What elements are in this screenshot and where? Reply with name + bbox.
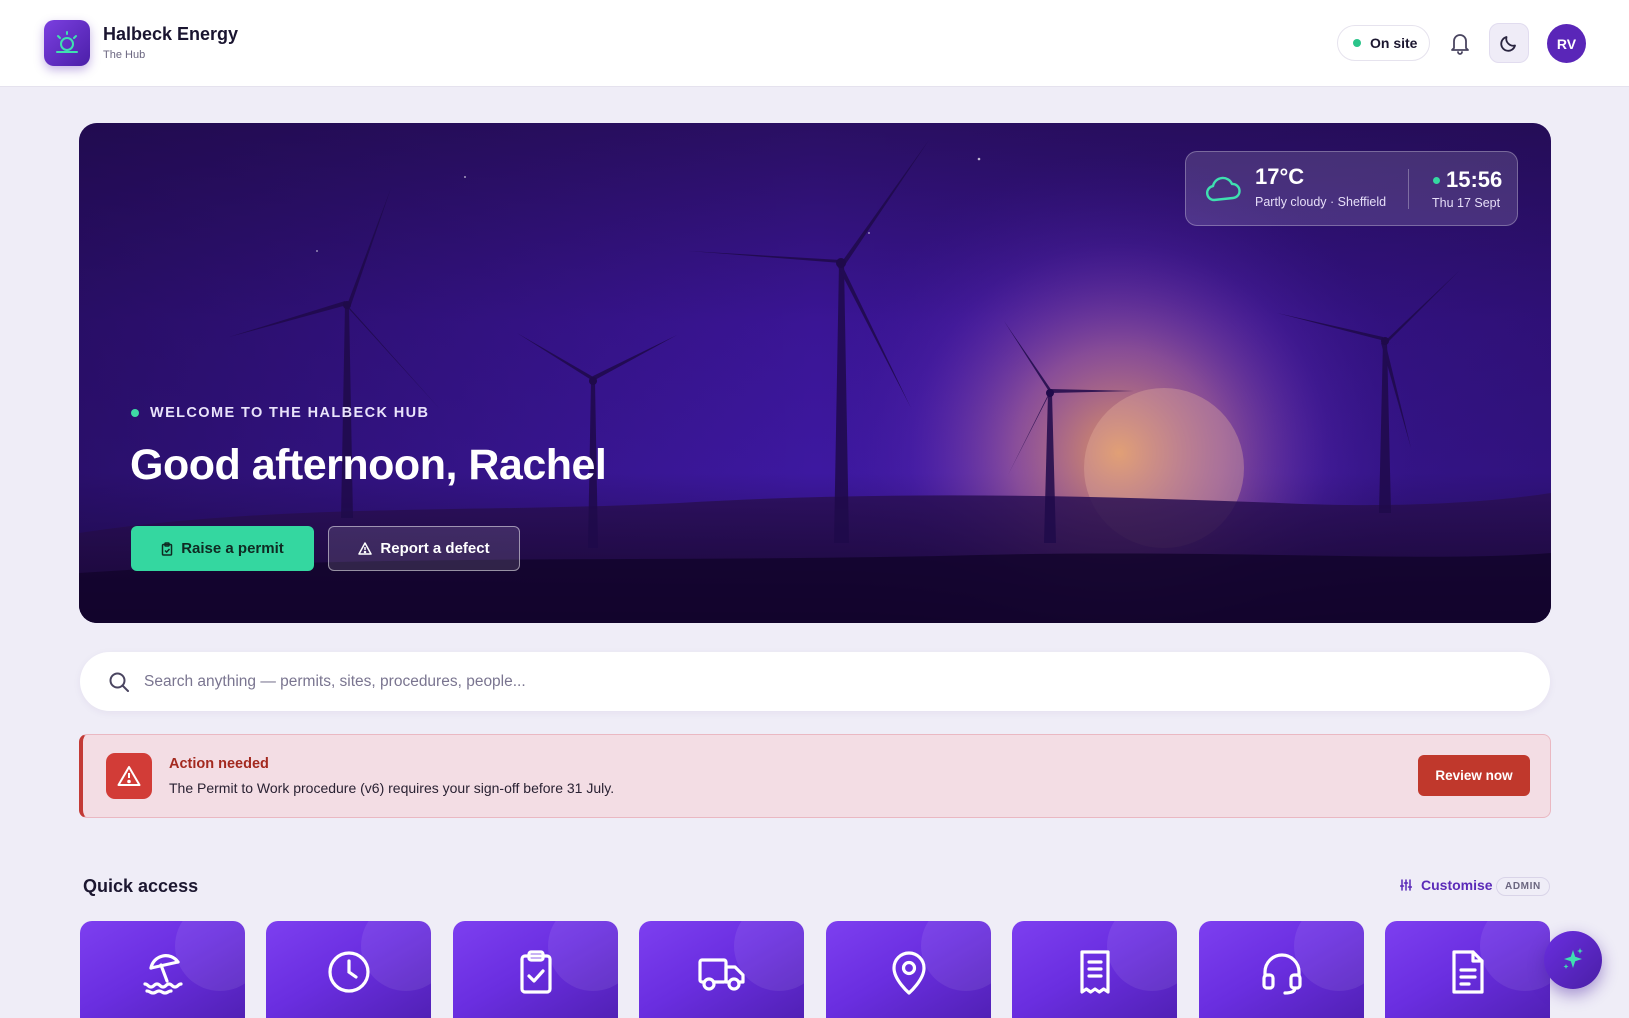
hero-banner: 17°C Partly cloudy · Sheffield 15:56 Thu… [79,123,1551,623]
logo[interactable] [44,20,90,66]
search-icon [108,671,130,693]
alert-icon [106,753,152,799]
action-alert: Action needed The Permit to Work procedu… [79,734,1551,818]
receipt-icon [1079,950,1110,994]
search-input[interactable] [144,672,1444,691]
alert-title: Action needed [169,756,269,772]
search-bar[interactable] [80,652,1550,711]
review-now-button[interactable]: Review now [1418,755,1530,796]
headset-icon [1261,953,1302,995]
moon-icon [1500,36,1516,52]
document-icon [1451,950,1484,994]
sparkles-icon [1563,948,1583,969]
status-label: On site [1370,35,1418,51]
quick-tile-documents[interactable] [1385,921,1550,1018]
brand-subtitle: The Hub [103,49,146,61]
ai-assistant-button[interactable] [1544,931,1602,989]
clock-icon [327,951,370,993]
truck-icon [697,958,745,991]
customise-label: Customise [1421,877,1493,893]
notifications-button[interactable] [1449,31,1471,55]
quick-tile-checklists[interactable] [453,921,618,1018]
raise-permit-label: Raise a permit [181,540,284,557]
bell-icon [1451,34,1469,55]
weather-divider [1408,169,1409,209]
status-pill[interactable]: On site [1337,25,1430,61]
quick-tile-expenses[interactable] [1012,921,1177,1018]
brand-name: Halbeck Energy [103,24,239,44]
clock-date: Thu 17 Sept [1432,196,1501,210]
weather-description: Partly cloudy · Sheffield [1255,195,1387,209]
admin-badge: ADMIN [1496,877,1550,896]
hero-kicker-label: WELCOME TO THE HALBECK HUB [150,405,430,421]
hero-kicker: WELCOME TO THE HALBECK HUB [131,405,429,421]
top-bar: Halbeck Energy The Hub On site RV [0,0,1629,87]
kicker-dot [131,409,139,417]
warning-triangle-icon [117,766,141,786]
clock-time: 15:56 [1433,167,1502,193]
status-dot [1353,39,1361,47]
sliders-icon [1400,879,1412,891]
weather-temperature: 17°C [1255,164,1305,189]
raise-permit-button[interactable]: Raise a permit [131,526,314,571]
customise-button[interactable]: Customise [1400,877,1493,893]
clock-time-label: 15:56 [1446,167,1503,192]
page-title: Good afternoon, Rachel [130,441,607,489]
live-dot [1433,176,1440,184]
sun-rise-icon [56,31,78,53]
report-defect-button[interactable]: Report a defect [328,526,520,571]
warning-icon [358,542,373,555]
clipboard-icon [161,541,173,556]
weather-widget: 17°C Partly cloudy · Sheffield 15:56 Thu… [1185,151,1518,226]
alert-message: The Permit to Work procedure (v6) requir… [169,780,615,796]
report-defect-label: Report a defect [380,540,490,557]
quick-tile-leave[interactable] [80,921,245,1018]
quick-access-title: Quick access [83,876,199,896]
beach-umbrella-icon [142,954,183,995]
quick-tile-sites[interactable] [826,921,991,1018]
cloud-icon [1205,176,1241,202]
avatar[interactable]: RV [1547,24,1586,63]
quick-tile-support[interactable] [1199,921,1364,1018]
quick-tile-timesheets[interactable] [266,921,431,1018]
quick-tile-fleet[interactable] [639,921,804,1018]
clipboard-check-icon [519,950,552,994]
map-pin-icon [891,951,926,995]
theme-toggle-button[interactable] [1489,23,1529,63]
